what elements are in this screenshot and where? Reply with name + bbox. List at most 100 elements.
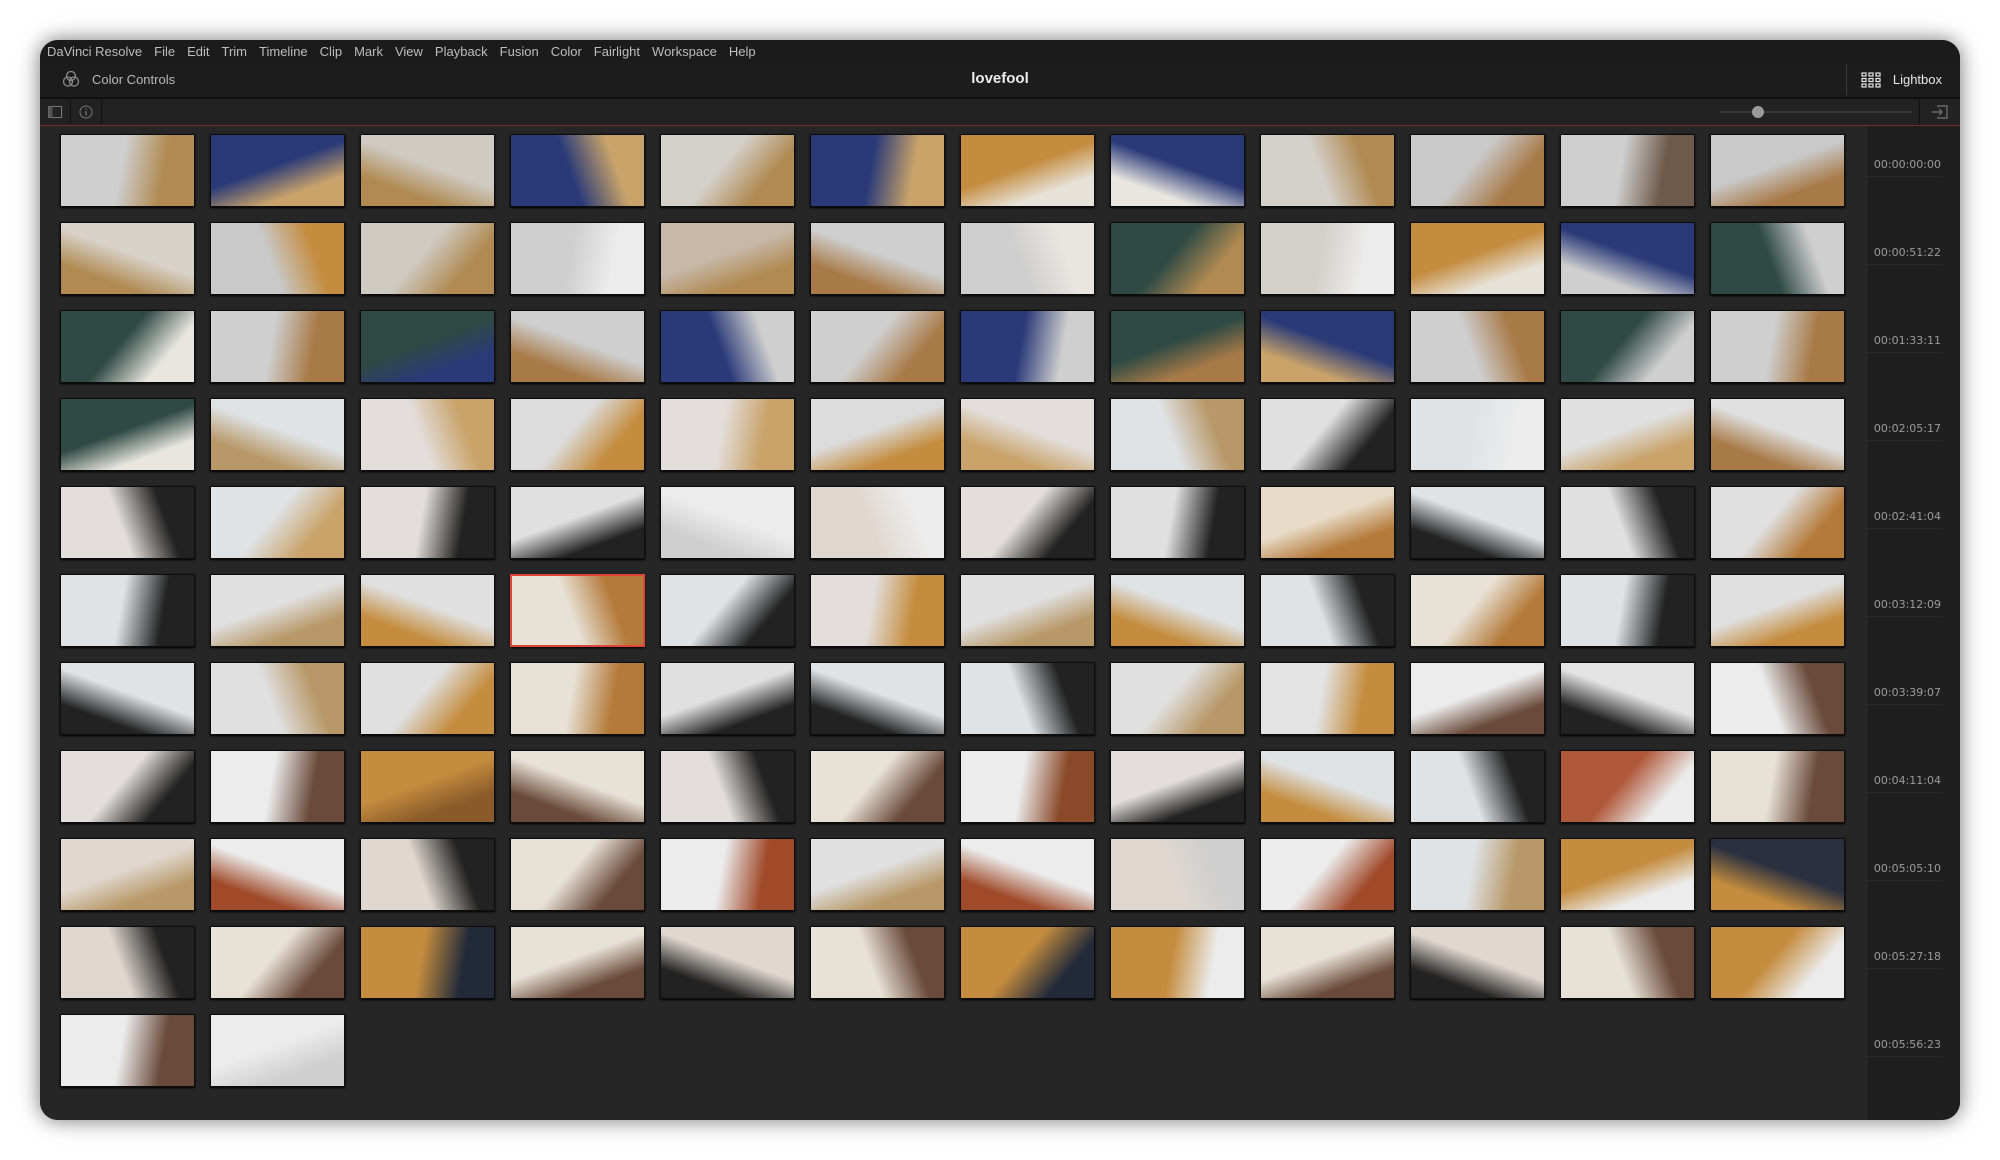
clip-thumbnail[interactable] <box>360 486 495 559</box>
clip-thumbnail[interactable] <box>60 750 195 823</box>
clip-thumbnail[interactable] <box>60 134 195 207</box>
clip-thumbnail[interactable] <box>810 134 945 207</box>
clip-thumbnail[interactable] <box>510 838 645 911</box>
clip-thumbnail[interactable] <box>1110 750 1245 823</box>
menu-workspace[interactable]: Workspace <box>652 44 717 59</box>
clip-thumbnail[interactable] <box>1560 486 1695 559</box>
clip-thumbnail[interactable] <box>210 134 345 207</box>
clip-thumbnail[interactable] <box>360 574 495 647</box>
clip-thumbnail[interactable] <box>960 838 1095 911</box>
menu-playback[interactable]: Playback <box>435 44 488 59</box>
clip-thumbnail[interactable] <box>660 134 795 207</box>
clip-thumbnail[interactable] <box>210 398 345 471</box>
clip-thumbnail[interactable] <box>1260 222 1395 295</box>
clip-thumbnail[interactable] <box>1560 838 1695 911</box>
clip-thumbnail[interactable] <box>60 838 195 911</box>
clip-thumbnail[interactable] <box>60 310 195 383</box>
menu-view[interactable]: View <box>395 44 423 59</box>
clip-thumbnail[interactable] <box>810 310 945 383</box>
clip-thumbnail[interactable] <box>210 486 345 559</box>
clip-thumbnail[interactable] <box>1110 398 1245 471</box>
clip-thumbnail[interactable] <box>1710 574 1845 647</box>
clip-thumbnail[interactable] <box>210 750 345 823</box>
menu-file[interactable]: File <box>154 44 175 59</box>
clip-thumbnail[interactable] <box>1260 134 1395 207</box>
clip-thumbnail[interactable] <box>1410 310 1545 383</box>
clip-thumbnail[interactable] <box>210 310 345 383</box>
menu-trim[interactable]: Trim <box>222 44 248 59</box>
clip-thumbnail[interactable] <box>960 574 1095 647</box>
clip-thumbnail[interactable] <box>810 662 945 735</box>
clip-thumbnail[interactable] <box>1110 222 1245 295</box>
clip-thumbnail[interactable] <box>510 310 645 383</box>
clip-thumbnail[interactable] <box>1110 926 1245 999</box>
clip-thumbnail[interactable] <box>1410 574 1545 647</box>
thumbnail-size-slider[interactable] <box>1720 106 1912 118</box>
clip-thumbnail[interactable] <box>210 222 345 295</box>
clip-thumbnail[interactable] <box>60 398 195 471</box>
menu-color[interactable]: Color <box>551 44 582 59</box>
clip-thumbnail[interactable] <box>1110 310 1245 383</box>
clip-thumbnail[interactable] <box>660 838 795 911</box>
clip-thumbnail[interactable] <box>1410 134 1545 207</box>
clip-thumbnail[interactable] <box>360 838 495 911</box>
clip-thumbnail[interactable] <box>60 662 195 735</box>
clip-thumbnail[interactable] <box>1260 398 1395 471</box>
clip-thumbnail[interactable] <box>1260 310 1395 383</box>
clip-thumbnail[interactable] <box>510 574 645 647</box>
clip-thumbnail[interactable] <box>1710 222 1845 295</box>
clip-thumbnail[interactable] <box>360 310 495 383</box>
clip-thumbnail[interactable] <box>60 926 195 999</box>
clip-thumbnail[interactable] <box>510 750 645 823</box>
clip-thumbnail[interactable] <box>960 222 1095 295</box>
clip-thumbnail[interactable] <box>1410 662 1545 735</box>
menu-help[interactable]: Help <box>729 44 756 59</box>
clip-thumbnail[interactable] <box>810 222 945 295</box>
clip-thumbnail[interactable] <box>210 574 345 647</box>
exit-lightbox-button[interactable] <box>1919 99 1960 125</box>
clip-thumbnail[interactable] <box>1260 486 1395 559</box>
clip-thumbnail[interactable] <box>510 486 645 559</box>
clip-thumbnail[interactable] <box>1560 574 1695 647</box>
clip-thumbnail[interactable] <box>210 926 345 999</box>
clip-thumbnail[interactable] <box>1110 486 1245 559</box>
clip-thumbnail[interactable] <box>1560 134 1695 207</box>
clip-thumbnail[interactable] <box>1560 662 1695 735</box>
clip-thumbnail[interactable] <box>810 398 945 471</box>
clip-thumbnail[interactable] <box>1560 926 1695 999</box>
clip-thumbnail[interactable] <box>360 750 495 823</box>
clip-thumbnail[interactable] <box>1410 750 1545 823</box>
clip-thumbnail[interactable] <box>810 574 945 647</box>
clip-thumbnail[interactable] <box>510 926 645 999</box>
clip-thumbnail[interactable] <box>1710 838 1845 911</box>
clip-thumbnail[interactable] <box>660 750 795 823</box>
clip-thumbnail[interactable] <box>510 134 645 207</box>
clip-thumbnail[interactable] <box>1560 310 1695 383</box>
clip-thumbnail[interactable] <box>60 222 195 295</box>
clip-thumbnail[interactable] <box>810 926 945 999</box>
clip-thumbnail[interactable] <box>660 574 795 647</box>
clip-thumbnail[interactable] <box>360 926 495 999</box>
clip-thumbnail[interactable] <box>810 486 945 559</box>
clip-thumbnail[interactable] <box>1410 398 1545 471</box>
clip-thumbnail[interactable] <box>960 134 1095 207</box>
clip-thumbnail[interactable] <box>360 134 495 207</box>
clip-thumbnail[interactable] <box>1110 838 1245 911</box>
clip-thumbnail[interactable] <box>660 662 795 735</box>
clip-thumbnail[interactable] <box>960 926 1095 999</box>
clip-thumbnail[interactable] <box>1110 574 1245 647</box>
clip-thumbnail[interactable] <box>1710 398 1845 471</box>
clip-thumbnail[interactable] <box>1560 750 1695 823</box>
clip-thumbnail[interactable] <box>1260 926 1395 999</box>
menu-fusion[interactable]: Fusion <box>500 44 539 59</box>
menu-fairlight[interactable]: Fairlight <box>594 44 640 59</box>
clip-thumbnail[interactable] <box>1710 662 1845 735</box>
clip-thumbnail[interactable] <box>1260 574 1395 647</box>
clip-thumbnail[interactable] <box>360 222 495 295</box>
info-button[interactable] <box>71 99 102 125</box>
clip-thumbnail[interactable] <box>660 222 795 295</box>
clip-thumbnail[interactable] <box>960 398 1095 471</box>
clip-thumbnail[interactable] <box>510 222 645 295</box>
clip-thumbnail[interactable] <box>510 662 645 735</box>
clip-thumbnail[interactable] <box>1410 838 1545 911</box>
